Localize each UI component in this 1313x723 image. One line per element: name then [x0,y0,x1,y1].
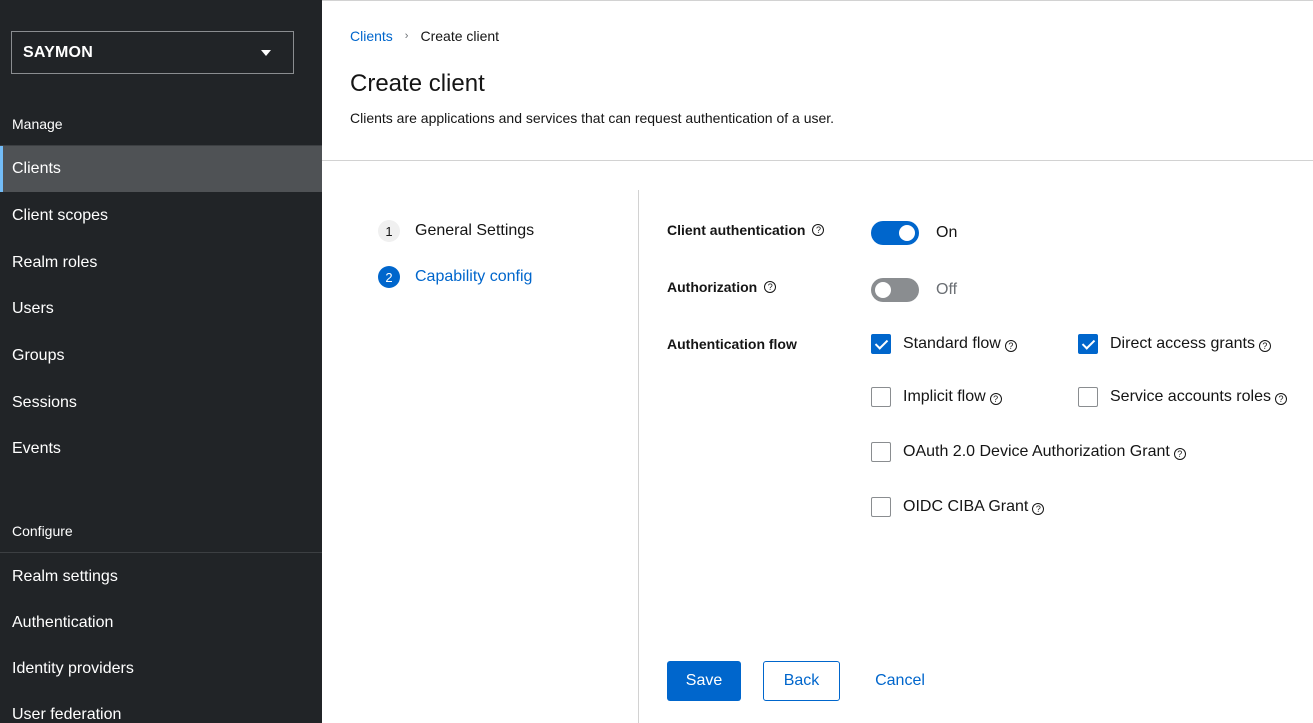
oidc-ciba-grant-checkbox[interactable]: OIDC CIBA Grant ? [871,497,1045,517]
authorization-state: Off [936,281,958,298]
standard-flow-checkbox[interactable]: Standard flow ? [871,334,1017,354]
sidebar-item-clients[interactable]: Clients [0,146,322,192]
sidebar-item-label: Sessions [12,394,77,411]
direct-access-grants-checkbox[interactable]: Direct access grants ? [1078,334,1271,354]
realm-selector[interactable]: SAYMON [11,31,294,74]
sidebar-item-authentication[interactable]: Authentication [0,600,322,646]
back-button[interactable]: Back [763,661,840,701]
wizard-step-capability-config[interactable]: 2 Capability config [378,266,532,288]
client-authentication-state: On [936,224,958,241]
oauth-device-authorization-grant-checkbox[interactable]: OAuth 2.0 Device Authorization Grant ? [871,442,1186,462]
chevron-right-icon: › [404,30,409,42]
check-icon[interactable] [871,334,891,354]
client-authentication-label: Client authentication ? [667,222,825,238]
checkbox-label: OAuth 2.0 Device Authorization Grant [903,443,1170,460]
configure-section-divider [0,552,322,553]
checkbox-label: Service accounts roles [1110,388,1271,405]
save-button[interactable]: Save [667,661,741,701]
help-icon[interactable]: ? [764,281,777,293]
sidebar-item-identity-providers[interactable]: Identity providers [0,646,322,692]
authentication-flow-label: Authentication flow [667,336,797,352]
sidebar-item-users[interactable]: Users [0,286,322,332]
sidebar-item-realm-roles[interactable]: Realm roles [0,240,322,286]
help-icon[interactable]: ? [1274,393,1287,405]
checkbox-label: Direct access grants [1110,335,1255,352]
checkbox-box[interactable] [1078,387,1098,407]
authorization-label-text: Authorization [667,279,758,295]
sidebar-item-label: Users [12,300,54,317]
checkbox-box[interactable] [871,497,891,517]
client-authentication-switch[interactable] [871,221,919,245]
caret-down-icon [261,50,271,56]
implicit-flow-checkbox[interactable]: Implicit flow ? [871,387,1002,407]
sidebar-item-label: Client scopes [12,207,109,224]
help-icon[interactable]: ? [989,393,1002,405]
top-border [322,0,1313,1]
sidebar: SAYMON Manage Clients Client scopes Real… [0,0,322,723]
breadcrumb-clients-link[interactable]: Clients [350,28,393,44]
help-icon[interactable]: ? [812,224,825,236]
header-divider [322,160,1313,161]
checkbox-label: Implicit flow [903,388,986,405]
checkbox-box[interactable] [871,387,891,407]
step-number: 2 [378,266,400,288]
page-title: Create client [350,70,485,97]
wizard-step-general-settings[interactable]: 1 General Settings [378,220,534,242]
sidebar-item-label: Realm settings [12,568,118,585]
checkbox-label: OIDC CIBA Grant [903,498,1029,515]
wizard-divider [638,190,639,723]
check-icon[interactable] [1078,334,1098,354]
switch-knob [875,282,891,298]
sidebar-item-label: Groups [12,347,65,364]
sidebar-item-label: Realm roles [12,254,98,271]
page-description: Clients are applications and services th… [350,110,835,126]
breadcrumb: Clients › Create client [350,28,499,44]
sidebar-item-client-scopes[interactable]: Client scopes [0,193,322,239]
service-accounts-roles-checkbox[interactable]: Service accounts roles ? [1078,387,1287,407]
checkbox-box[interactable] [871,442,891,462]
sidebar-item-user-federation[interactable]: User federation [0,692,322,723]
authorization-label: Authorization ? [667,279,777,295]
help-icon[interactable]: ? [1258,340,1271,352]
help-icon[interactable]: ? [1004,340,1017,352]
sidebar-item-label: Clients [12,160,61,177]
switch-knob [899,225,915,241]
main-content: Clients › Create client Create client Cl… [322,0,1313,723]
sidebar-item-label: Events [12,440,61,457]
help-icon[interactable]: ? [1173,448,1186,460]
sidebar-item-label: User federation [12,706,122,723]
step-number: 1 [378,220,400,242]
step-label: Capability config [415,268,533,285]
sidebar-item-realm-settings[interactable]: Realm settings [0,554,322,600]
help-icon[interactable]: ? [1032,503,1045,515]
authorization-switch[interactable] [871,278,919,302]
sidebar-item-label: Authentication [12,614,114,631]
cancel-button[interactable]: Cancel [862,661,938,701]
sidebar-item-groups[interactable]: Groups [0,333,322,379]
manage-section-label: Manage [12,116,63,132]
step-label: General Settings [415,222,535,239]
checkbox-label: Standard flow [903,335,1001,352]
configure-section-label: Configure [12,523,73,539]
sidebar-item-label: Identity providers [12,660,134,677]
realm-name: SAYMON [23,43,93,61]
client-authentication-label-text: Client authentication [667,222,806,238]
sidebar-item-events[interactable]: Events [0,426,322,472]
breadcrumb-current: Create client [420,28,500,44]
sidebar-item-sessions[interactable]: Sessions [0,380,322,426]
